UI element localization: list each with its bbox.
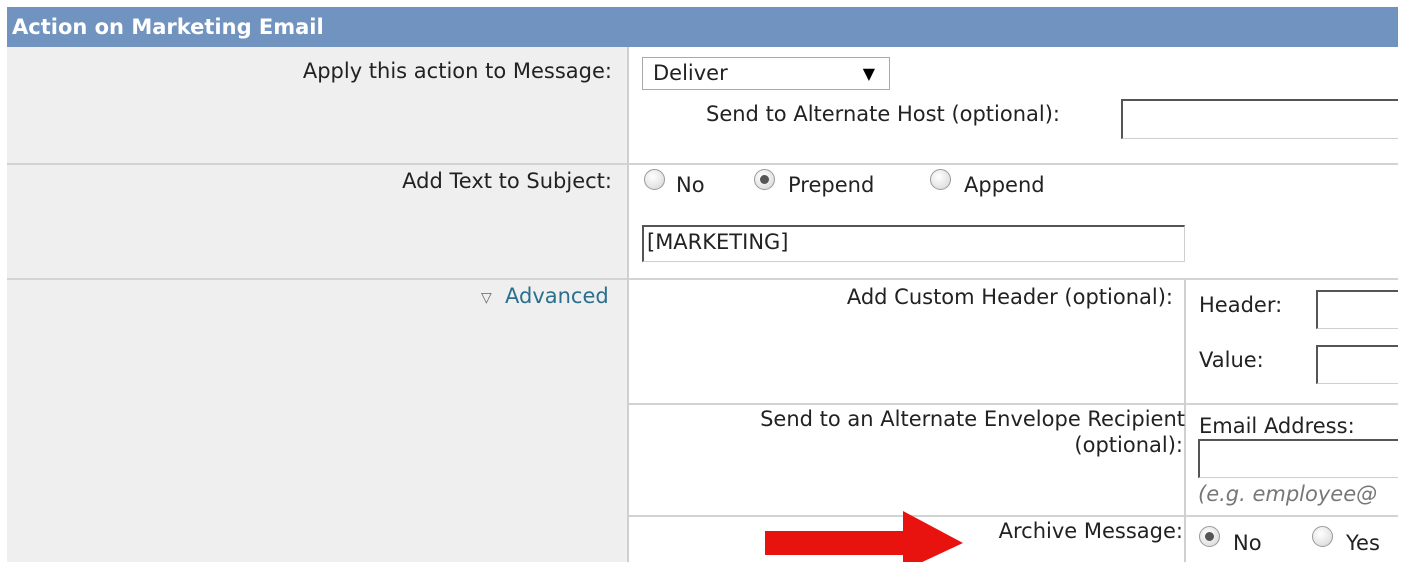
email-address-label: Email Address:	[1199, 414, 1355, 438]
dropdown-arrow-icon: ▼	[862, 64, 875, 83]
action-panel: Action on Marketing Email Apply this act…	[7, 7, 1398, 562]
archive-yes-radio[interactable]	[1312, 526, 1333, 547]
archive-no-radio[interactable]	[1199, 526, 1220, 547]
value-field-label: Value:	[1199, 348, 1264, 372]
column-divider	[627, 47, 629, 562]
apply-action-label: Apply this action to Message:	[302, 59, 612, 83]
subject-text-input[interactable]: [MARKETING]	[642, 225, 1185, 262]
advanced-toggle-link[interactable]: Advanced	[505, 284, 609, 308]
expand-triangle-icon[interactable]: ▽	[481, 290, 492, 306]
add-text-label: Add Text to Subject:	[402, 169, 612, 193]
row-divider	[7, 163, 1398, 165]
alt-recipient-label: Send to an Alternate Envelope Recipient	[760, 407, 1185, 431]
alt-recipient-optional-label: (optional):	[1074, 433, 1183, 457]
alt-host-input[interactable]	[1121, 99, 1398, 139]
panel-title: Action on Marketing Email	[7, 7, 1398, 47]
subject-append-radio[interactable]	[930, 169, 951, 190]
archive-yes-label: Yes	[1346, 531, 1380, 555]
apply-action-select[interactable]: Deliver ▼	[642, 57, 890, 90]
apply-action-selected: Deliver	[653, 61, 728, 85]
label-cell-advanced	[7, 280, 628, 562]
custom-header-label: Add Custom Header (optional):	[846, 285, 1173, 309]
email-address-input[interactable]	[1198, 439, 1398, 478]
value-input[interactable]	[1316, 345, 1398, 384]
row-divider	[628, 403, 1398, 405]
subject-prepend-label: Prepend	[788, 173, 875, 197]
row-divider	[628, 515, 1398, 517]
archive-no-label: No	[1233, 531, 1262, 555]
header-field-label: Header:	[1199, 293, 1283, 317]
alt-host-label: Send to Alternate Host (optional):	[706, 102, 1061, 126]
subject-no-radio[interactable]	[644, 169, 665, 190]
subject-append-label: Append	[964, 173, 1045, 197]
subject-prepend-radio[interactable]	[754, 169, 775, 190]
row-divider	[7, 278, 1398, 280]
email-hint-text: (e.g. employee@	[1198, 482, 1378, 506]
header-input[interactable]	[1316, 290, 1398, 329]
annotation-arrow-icon	[765, 511, 963, 562]
subject-no-label: No	[676, 173, 705, 197]
arrow-shape	[765, 511, 963, 562]
